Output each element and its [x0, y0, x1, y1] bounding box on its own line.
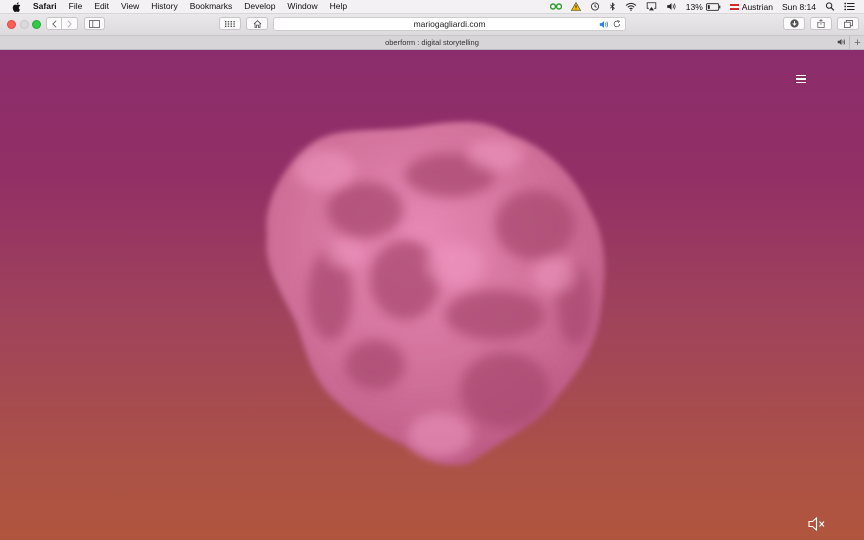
menu-bar: Safari File Edit View History Bookmarks … — [0, 0, 864, 14]
downloads-button[interactable] — [783, 17, 805, 30]
audio-icon[interactable] — [599, 20, 609, 29]
top-sites-icon — [225, 20, 235, 27]
link-status-icon[interactable] — [549, 2, 562, 11]
menu-view[interactable]: View — [121, 0, 139, 13]
sidebar-button[interactable] — [84, 17, 105, 30]
menu-history[interactable]: History — [151, 0, 177, 13]
menu-app-safari[interactable]: Safari — [33, 0, 57, 13]
top-sites-button[interactable] — [219, 17, 241, 30]
notification-center-icon[interactable] — [844, 2, 855, 11]
tabs-overview-button[interactable] — [837, 17, 859, 30]
clock[interactable]: Sun 8:14 — [782, 2, 816, 12]
url-text: mariogagliardi.com — [413, 19, 486, 29]
menu-help[interactable]: Help — [330, 0, 347, 13]
forward-button[interactable] — [62, 17, 78, 30]
pink-cloud-blob[interactable] — [255, 115, 620, 470]
muted-speaker-icon[interactable] — [808, 517, 828, 531]
hamburger-menu-icon[interactable] — [796, 73, 808, 84]
web-content — [0, 50, 864, 540]
wifi-icon[interactable] — [625, 2, 637, 11]
battery-percent: 13% — [685, 1, 703, 12]
address-bar[interactable]: mariogagliardi.com — [273, 17, 626, 31]
menu-window[interactable]: Window — [287, 0, 317, 13]
tab-audio-icon[interactable] — [837, 38, 846, 46]
spotlight-icon[interactable] — [825, 2, 835, 11]
share-button[interactable] — [810, 17, 832, 30]
apple-icon[interactable] — [12, 1, 21, 12]
browser-toolbar: mariogagliardi.com — [0, 14, 864, 36]
reload-icon[interactable] — [613, 20, 621, 28]
new-tab-button[interactable]: + — [849, 36, 864, 49]
warning-icon[interactable] — [570, 2, 581, 11]
home-icon — [253, 19, 261, 28]
back-icon — [51, 19, 56, 28]
share-icon — [817, 19, 825, 28]
menu-file[interactable]: File — [69, 0, 83, 13]
menu-bookmarks[interactable]: Bookmarks — [190, 0, 233, 13]
home-button[interactable] — [246, 17, 268, 30]
tab-bar: oberform : digital storytelling + — [0, 36, 864, 50]
flag-icon — [729, 3, 739, 10]
bluetooth-icon[interactable] — [609, 2, 616, 11]
forward-icon — [67, 19, 72, 28]
menu-develop[interactable]: Develop — [244, 0, 275, 13]
plus-icon: + — [854, 36, 861, 49]
fullscreen-window-button[interactable] — [32, 19, 41, 29]
battery-icon — [705, 2, 721, 11]
tabs-overview-icon — [843, 19, 853, 28]
time-machine-icon[interactable] — [590, 2, 600, 11]
back-button[interactable] — [46, 17, 62, 30]
airplay-icon[interactable] — [646, 2, 657, 11]
minimize-window-button[interactable] — [20, 19, 29, 29]
close-window-button[interactable] — [7, 19, 16, 29]
download-icon — [789, 19, 799, 28]
volume-icon[interactable] — [666, 2, 677, 11]
tab-title[interactable]: oberform : digital storytelling — [0, 38, 864, 47]
battery-status[interactable]: 13% — [686, 2, 721, 12]
input-source-menu[interactable]: Austrian — [729, 1, 773, 12]
sidebar-icon — [89, 19, 100, 28]
menu-edit[interactable]: Edit — [94, 0, 109, 13]
input-source-label: Austrian — [741, 1, 773, 12]
status-area: 13% Austrian Sun 8:14 — [549, 0, 864, 13]
